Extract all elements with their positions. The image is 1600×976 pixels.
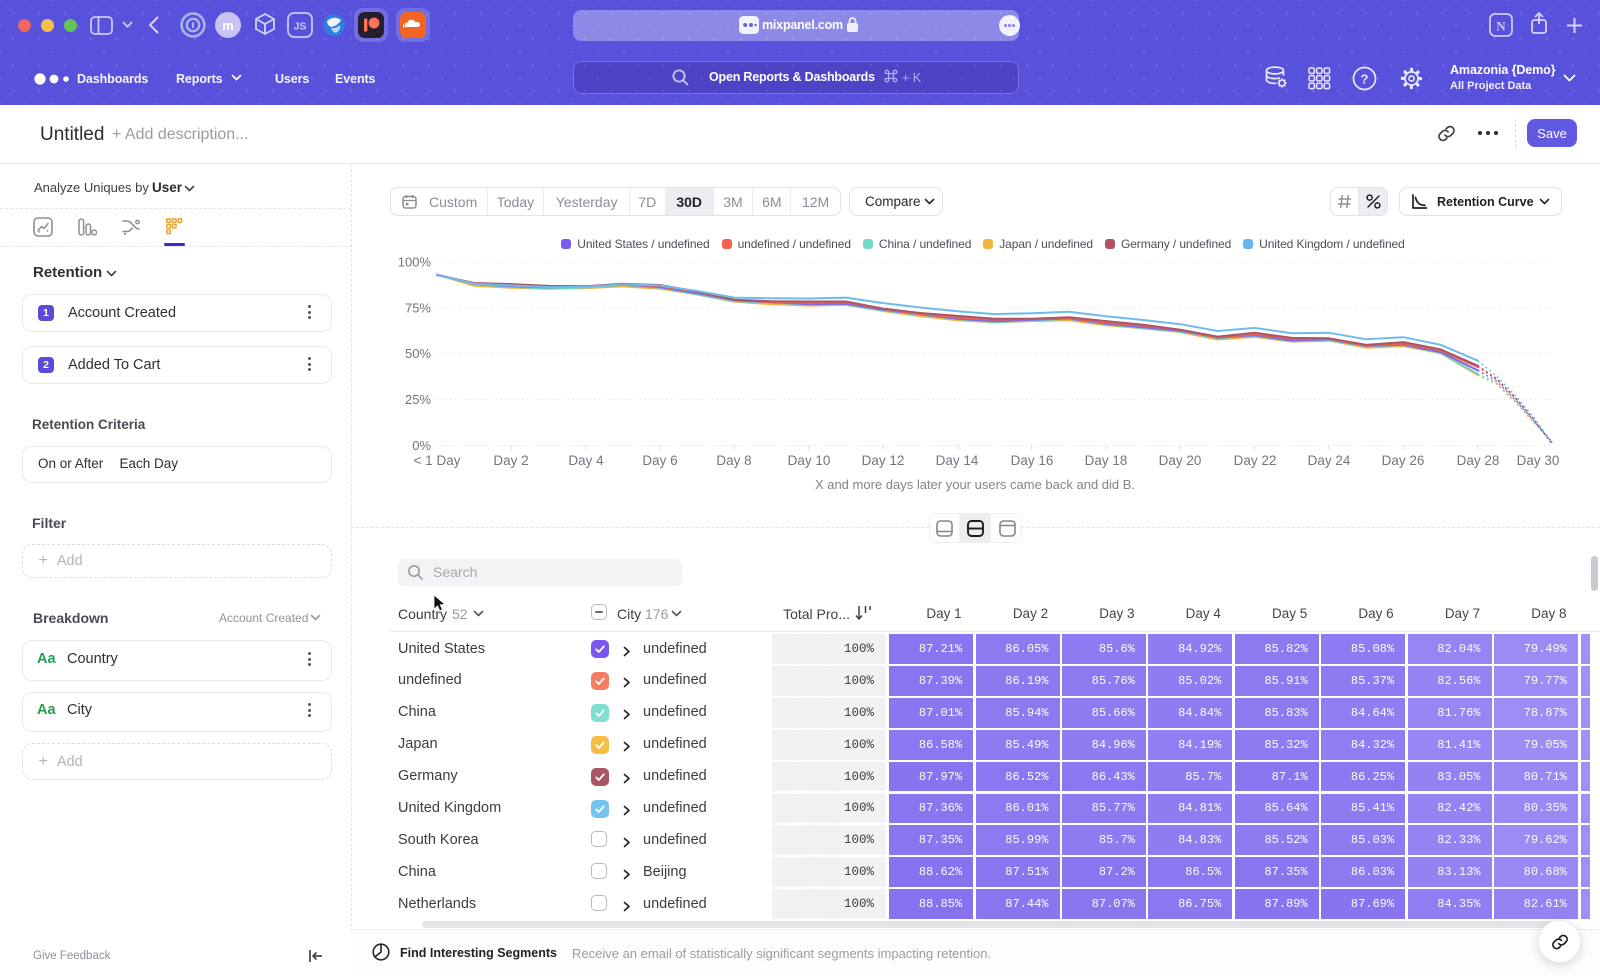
svg-text:75%: 75% xyxy=(405,300,431,315)
svg-text:Day 18: Day 18 xyxy=(1085,453,1128,468)
svg-text:Day 14: Day 14 xyxy=(936,453,979,468)
svg-text:Day 6: Day 6 xyxy=(642,453,677,468)
svg-text:Day 16: Day 16 xyxy=(1011,453,1054,468)
svg-text:Day 4: Day 4 xyxy=(568,453,604,468)
svg-text:0%: 0% xyxy=(412,438,431,453)
svg-text:Day 12: Day 12 xyxy=(862,453,905,468)
svg-text:JS: JS xyxy=(294,21,307,33)
svg-text:Day 26: Day 26 xyxy=(1382,453,1425,468)
svg-text:Day 20: Day 20 xyxy=(1159,453,1202,468)
svg-text:?: ? xyxy=(1361,71,1369,86)
svg-text:Day 24: Day 24 xyxy=(1308,453,1351,468)
svg-text:Day 8: Day 8 xyxy=(716,453,751,468)
svg-text:N: N xyxy=(1496,19,1506,34)
svg-text:Day 30: Day 30 xyxy=(1517,453,1560,468)
svg-text:Day 28: Day 28 xyxy=(1457,453,1500,468)
svg-text:25%: 25% xyxy=(405,392,431,407)
svg-text:Day 10: Day 10 xyxy=(788,453,831,468)
svg-text:Day 22: Day 22 xyxy=(1234,453,1277,468)
svg-text:50%: 50% xyxy=(405,346,431,361)
svg-text:< 1 Day: < 1 Day xyxy=(414,453,461,468)
svg-text:Day 2: Day 2 xyxy=(493,453,528,468)
svg-text:100%: 100% xyxy=(398,255,432,270)
